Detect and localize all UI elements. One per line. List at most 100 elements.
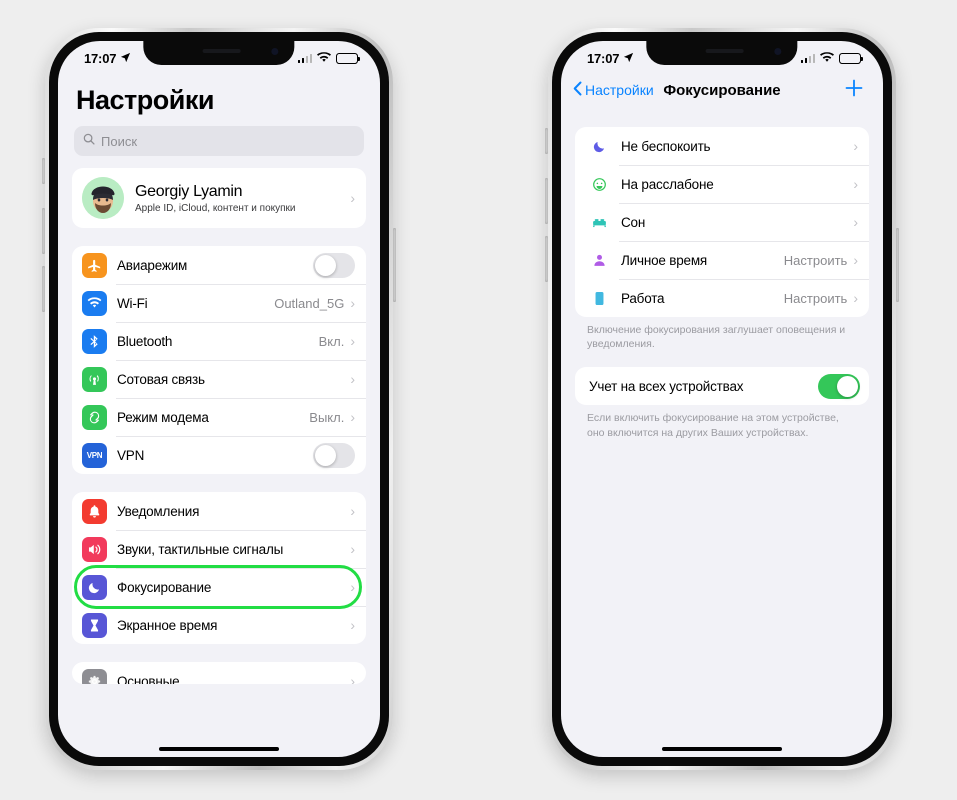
search-placeholder: Поиск [101, 133, 138, 149]
chevron-right-icon: › [853, 176, 858, 192]
chevron-right-icon: › [350, 673, 355, 684]
wifi-icon [82, 290, 107, 316]
settings-row[interactable]: Авиарежим [72, 246, 366, 284]
settings-row[interactable]: На расслабоне › [575, 165, 869, 203]
settings-row-label: Звуки, тактильные сигналы [117, 541, 284, 557]
volume-up-button[interactable] [42, 208, 45, 254]
silent-switch-right[interactable] [545, 128, 548, 154]
settings-row-label: Экранное время [117, 617, 218, 633]
settings-row[interactable]: Режим модема Выкл. › [72, 398, 366, 436]
chevron-right-icon: › [350, 617, 355, 633]
settings-row-value: Выкл. [309, 409, 345, 425]
apple-id-text: Georgiy Lyamin Apple ID, iCloud, контент… [135, 183, 350, 214]
focus-scroll-view[interactable]: Настройки Фокусирование Не беспокоить › На… [561, 71, 883, 757]
chevron-right-icon: › [853, 138, 858, 154]
battery-icon [336, 52, 361, 64]
settings-row-value: Outland_5G [274, 295, 345, 311]
chevron-right-icon: › [350, 541, 355, 557]
settings-row[interactable]: Работа Настроить › [575, 279, 869, 317]
silent-switch[interactable] [42, 158, 45, 184]
gear-icon [82, 668, 107, 684]
settings-row-value: Настроить [783, 252, 848, 268]
chevron-left-icon [573, 81, 582, 99]
settings-row[interactable]: Сотовая связь › [72, 360, 366, 398]
speaker-icon [82, 536, 107, 562]
settings-row[interactable]: VPN VPN [72, 436, 366, 474]
status-left-group-right: 17:07 [587, 51, 634, 66]
chevron-right-icon: › [350, 190, 355, 206]
settings-row[interactable]: Экранное время › [72, 606, 366, 644]
chevron-right-icon: › [350, 579, 355, 595]
toggle-switch[interactable] [818, 373, 860, 399]
settings-row-label: Учет на всех устройствах [589, 378, 744, 394]
settings-row-label: Основные [117, 673, 180, 685]
settings-row[interactable]: Уведомления › [72, 492, 366, 530]
search-input[interactable]: Поиск [74, 126, 364, 156]
avatar [82, 177, 124, 219]
moon-icon [589, 134, 609, 159]
settings-row-label: Сон [621, 214, 646, 230]
volume-down-button-right[interactable] [545, 236, 548, 282]
battery-icon [839, 52, 864, 64]
screen-left: 17:07 Настройки Поиск Georgiy Lyamin App… [58, 41, 380, 757]
group-connectivity: Авиарежим Wi-Fi Outland_5G › Bluetooth Вкл. › С… [72, 246, 366, 474]
home-indicator[interactable] [159, 746, 279, 751]
settings-row-label: Авиарежим [117, 257, 188, 273]
settings-row-label: Wi-Fi [117, 295, 148, 311]
group-notifications: Уведомления › Звуки, тактильные сигналы › Фо… [72, 492, 366, 644]
status-left-group: 17:07 [84, 51, 131, 66]
settings-row-label: Bluetooth [117, 333, 173, 349]
share-footnote: Если включить фокусирование на этом устр… [587, 412, 839, 439]
smiley-icon [589, 172, 609, 197]
badge-icon [589, 286, 609, 311]
chevron-right-icon: › [350, 371, 355, 387]
screenshot-canvas: 17:07 Настройки Поиск Georgiy Lyamin App… [0, 0, 957, 800]
settings-row-label: Фокусирование [117, 579, 212, 595]
location-arrow-icon [623, 51, 634, 66]
person-icon [589, 248, 609, 273]
settings-row[interactable]: Звуки, тактильные сигналы › [72, 530, 366, 568]
back-button[interactable]: Настройки [573, 81, 654, 99]
settings-row[interactable]: Сон › [575, 203, 869, 241]
settings-row[interactable]: Личное время Настроить › [575, 241, 869, 279]
chevron-right-icon: › [350, 503, 355, 519]
settings-row[interactable]: Учет на всех устройствах [575, 367, 869, 405]
group-general: Основные › [72, 662, 366, 684]
toggle-switch[interactable] [313, 442, 355, 468]
settings-row[interactable]: Bluetooth Вкл. › [72, 322, 366, 360]
plus-icon[interactable] [843, 77, 865, 103]
volume-up-button-right[interactable] [545, 178, 548, 224]
cellular-icon [82, 366, 107, 392]
search-icon [83, 132, 95, 150]
bell-icon [82, 498, 107, 524]
back-button-label: Настройки [585, 82, 654, 98]
settings-row[interactable]: Основные › [72, 662, 366, 684]
settings-row-value: Вкл. [318, 333, 345, 349]
airplane-icon [82, 252, 107, 278]
settings-row[interactable]: Wi-Fi Outland_5G › [72, 284, 366, 322]
volume-down-button[interactable] [42, 266, 45, 312]
chevron-right-icon: › [350, 409, 355, 425]
apple-id-row[interactable]: Georgiy Lyamin Apple ID, iCloud, контент… [72, 168, 366, 228]
cellular-bars-icon [297, 53, 312, 63]
settings-row[interactable]: Не беспокоить › [575, 127, 869, 165]
status-right-group-right [800, 51, 864, 66]
settings-row-label: Режим модема [117, 409, 209, 425]
settings-row[interactable]: Фокусирование › [72, 568, 366, 606]
chevron-right-icon: › [853, 252, 858, 268]
power-button[interactable] [393, 228, 396, 302]
settings-row-label: Уведомления [117, 503, 200, 519]
screen-right: 17:07 Настройки Фокусирование Не беспоко… [561, 41, 883, 757]
wifi-icon [317, 51, 331, 66]
settings-row-label: Сотовая связь [117, 371, 205, 387]
power-button-right[interactable] [896, 228, 899, 302]
home-indicator-right[interactable] [662, 746, 782, 751]
hourglass-icon [82, 612, 107, 638]
hotspot-icon [82, 404, 107, 430]
phone-bezel-right: 17:07 Настройки Фокусирование Не беспоко… [552, 32, 892, 766]
location-arrow-icon [120, 51, 131, 66]
settings-scroll-view[interactable]: Настройки Поиск Georgiy Lyamin Apple ID,… [58, 71, 380, 757]
toggle-switch[interactable] [313, 252, 355, 278]
status-bar-left: 17:07 [58, 41, 380, 71]
moon-icon [82, 574, 107, 600]
